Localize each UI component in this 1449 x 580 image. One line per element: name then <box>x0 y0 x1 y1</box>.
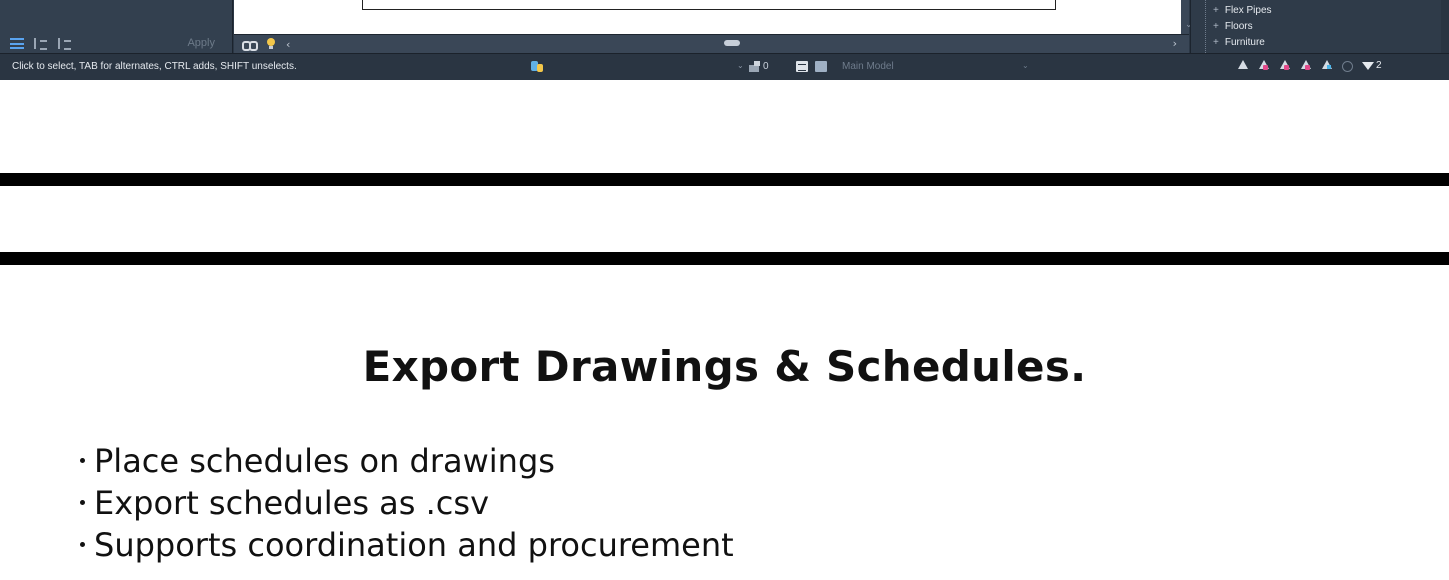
bullet-text: Export schedules as .csv <box>94 484 489 522</box>
browser-scrollbar[interactable] <box>1441 0 1449 53</box>
slide-heading: Export Drawings & Schedules. <box>362 342 1087 391</box>
browser-item-furniture[interactable]: + Furniture <box>1213 37 1265 48</box>
revit-ui-strip: Apply ⌄ ‹ › + Flex Pipes + Floors + Furnitu… <box>0 0 1449 80</box>
drawing-canvas[interactable] <box>234 0 1189 34</box>
chevron-right-icon[interactable]: › <box>1173 37 1177 50</box>
browser-item-floors[interactable]: + Floors <box>1213 21 1253 32</box>
browser-item-label: Floors <box>1224 21 1253 32</box>
sort-descending-icon[interactable] <box>58 37 72 50</box>
filter-count: 2 <box>1376 60 1382 71</box>
separator-band-bottom <box>0 252 1449 265</box>
bullet-item: Export schedules as .csv <box>80 482 734 524</box>
model-icon[interactable] <box>815 61 827 72</box>
expand-icon[interactable]: + <box>1213 21 1219 32</box>
bullet-dot-icon <box>80 499 85 505</box>
active-model-label[interactable]: Main Model <box>842 61 894 72</box>
binoculars-icon[interactable] <box>242 38 258 51</box>
chevron-down-icon[interactable]: ⌄ <box>1022 61 1029 70</box>
project-browser: + Flex Pipes + Floors + Furniture <box>1190 0 1449 53</box>
chevron-down-icon[interactable]: ⌄ <box>737 61 744 70</box>
selection-toggles: 2 <box>1236 59 1382 72</box>
worksets-icon[interactable] <box>531 61 543 73</box>
slide-root: Apply ⌄ ‹ › + Flex Pipes + Floors + Furnitu… <box>0 0 1449 580</box>
bullet-item: Place schedules on drawings <box>80 440 734 482</box>
horizontal-scrollbar-thumb[interactable] <box>724 40 740 46</box>
status-message: Click to select, TAB for alternates, CTR… <box>12 61 297 72</box>
bullet-text: Supports coordination and procurement <box>94 526 734 564</box>
bullet-dot-icon <box>80 457 85 463</box>
browser-item-label: Furniture <box>1224 37 1265 48</box>
bullet-item: Supports coordination and procurement <box>80 524 734 566</box>
separator-band-top <box>0 173 1449 186</box>
filter-icon[interactable] <box>1362 61 1374 70</box>
bullet-list: Place schedules on drawings Export sched… <box>80 440 734 566</box>
chevron-left-icon[interactable]: ‹ <box>286 38 290 51</box>
bullet-text: Place schedules on drawings <box>94 442 555 480</box>
browser-item-flex-pipes[interactable]: + Flex Pipes <box>1213 5 1272 16</box>
lightbulb-icon[interactable] <box>264 38 278 50</box>
select-by-face-icon[interactable] <box>1299 59 1311 72</box>
browser-item-label: Flex Pipes <box>1224 5 1272 16</box>
view-control-bar: ‹ › <box>234 34 1189 53</box>
tree-guide-line <box>1205 0 1206 53</box>
select-underlay-icon[interactable] <box>1257 59 1269 72</box>
properties-toolbar: Apply <box>0 33 233 53</box>
design-options-count: 0 <box>763 61 769 72</box>
sheet-frame <box>362 0 1056 10</box>
editing-requests-icon[interactable] <box>796 61 808 72</box>
expand-icon[interactable]: + <box>1213 37 1219 48</box>
drag-elements-icon[interactable] <box>1320 59 1332 72</box>
expand-icon[interactable]: + <box>1213 5 1219 16</box>
bullet-dot-icon <box>80 541 85 547</box>
background-process-icon[interactable] <box>1341 59 1353 72</box>
select-pinned-icon[interactable] <box>1278 59 1290 72</box>
design-options-icon[interactable] <box>749 61 761 73</box>
categorize-icon[interactable] <box>10 37 24 49</box>
select-links-icon[interactable] <box>1236 59 1248 72</box>
properties-panel: Apply <box>0 0 233 53</box>
apply-button[interactable]: Apply <box>187 37 215 49</box>
sort-ascending-icon[interactable] <box>34 37 48 50</box>
status-bar: Click to select, TAB for alternates, CTR… <box>0 53 1449 80</box>
